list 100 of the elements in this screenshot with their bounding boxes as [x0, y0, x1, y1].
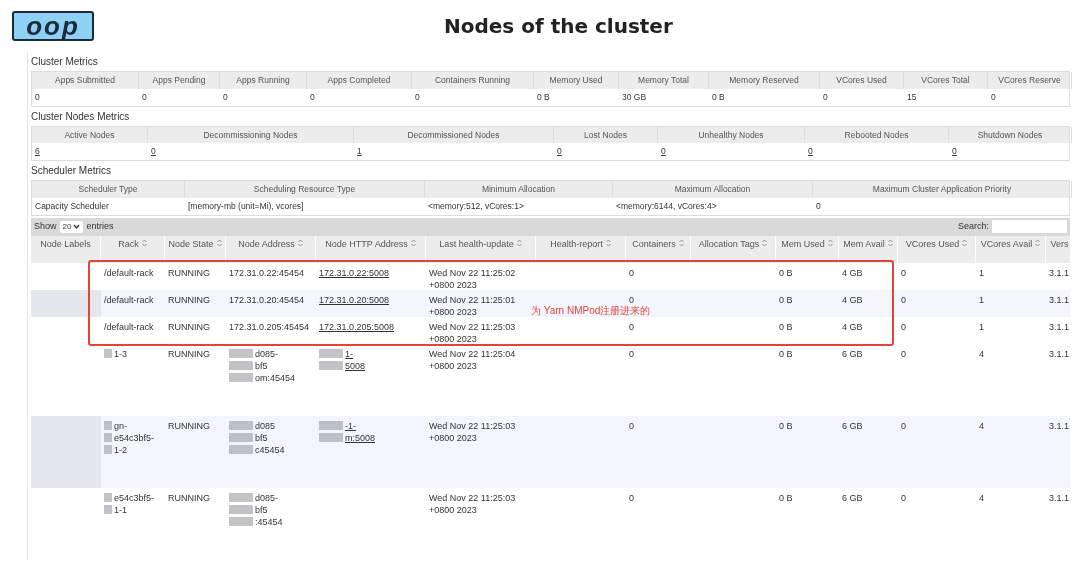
table-cell: 3.1.1 — [1049, 348, 1070, 359]
metric-link[interactable]: 6 — [35, 146, 40, 157]
redaction-block — [229, 445, 253, 454]
metric-link[interactable]: 0 — [808, 146, 813, 157]
table-cell: 0 — [629, 294, 634, 305]
column-header[interactable]: Node Address — [226, 235, 316, 263]
sort-icon[interactable] — [141, 238, 147, 247]
table-cell: /default-rack — [104, 294, 154, 305]
sort-icon[interactable] — [962, 238, 968, 247]
table-cell: bf5 — [255, 431, 268, 444]
node-link[interactable]: m:5008 — [345, 431, 376, 444]
metric-value: <memory:6144, vCores:4> — [616, 200, 717, 211]
metric-value: Capacity Scheduler — [35, 200, 109, 211]
column-header[interactable]: Node HTTP Address — [316, 235, 426, 263]
column-header[interactable]: VCores Used — [898, 235, 976, 263]
sort-icon[interactable] — [605, 238, 611, 247]
section-title: Cluster Nodes Metrics — [31, 109, 131, 124]
redaction-block — [319, 421, 343, 430]
sort-icon[interactable] — [887, 238, 893, 247]
table-cell: d085- — [255, 491, 279, 504]
table-cell: 172.31.0.22:45454 — [229, 267, 305, 278]
annotation-note: 为 Yarn NMPod注册进来的 — [531, 303, 651, 318]
column-header[interactable]: Containers — [626, 235, 691, 263]
sort-icon[interactable] — [410, 238, 416, 247]
table-cell: c45454 — [255, 443, 285, 456]
table-cell: 0 — [901, 348, 906, 359]
table-cell: 0 B — [779, 348, 793, 359]
column-header[interactable]: Rack — [101, 235, 165, 263]
metric-link[interactable]: 0 — [151, 146, 156, 157]
sort-icon[interactable] — [216, 238, 222, 247]
table-cell: 172.31.0.205:45454 — [229, 321, 310, 332]
table-cell: 1-1 — [114, 503, 127, 516]
table-cell: RUNNING — [168, 492, 210, 503]
table-cell: RUNNING — [168, 294, 210, 305]
table-cell: 4 — [979, 492, 984, 503]
column-header: Scheduling Resource Type — [185, 181, 425, 198]
search-label: Search: — [957, 219, 989, 233]
table-cell: d085- — [255, 347, 279, 360]
metric-link[interactable]: 0 — [661, 146, 666, 157]
sort-icon[interactable] — [297, 238, 303, 247]
table-cell: 1-2 — [114, 443, 127, 456]
caret-icon — [73, 224, 81, 229]
redaction-block — [229, 349, 253, 358]
column-header[interactable]: Node State — [165, 235, 226, 263]
search-field[interactable] — [992, 220, 1067, 233]
redaction-block — [229, 421, 253, 430]
table-cell: d085 — [255, 419, 276, 432]
table-cell: 1 — [979, 294, 984, 305]
sort-icon[interactable] — [827, 238, 833, 247]
metric-value: 0 B — [712, 91, 725, 102]
column-header[interactable]: Last health-update — [426, 235, 536, 263]
table-cell: 1 — [979, 267, 984, 278]
column-header: Vers — [1046, 235, 1074, 263]
node-link[interactable]: 5008 — [345, 359, 366, 372]
entries-label: entries — [86, 219, 114, 233]
metric-value: 0 — [991, 91, 996, 102]
sort-icon[interactable] — [1035, 238, 1041, 247]
table-cell: /default-rack — [104, 321, 154, 332]
table-cell: Wed Nov 22 11:25:03 +0800 2023 — [429, 492, 516, 515]
column-header[interactable]: Mem Avail — [839, 235, 898, 263]
node-link[interactable]: 172.31.0.205:5008 — [319, 321, 395, 332]
table-cell: 4 GB — [842, 321, 863, 332]
column-header: VCores Used — [820, 72, 904, 89]
metric-value: 0 — [223, 91, 228, 102]
column-header: Minimum Allocation — [425, 181, 613, 198]
table-cell: 0 — [629, 492, 634, 503]
sort-icon[interactable] — [678, 238, 684, 247]
metric-link[interactable]: 1 — [357, 146, 362, 157]
node-link[interactable]: -1- — [345, 419, 356, 432]
metric-value: 0 — [310, 91, 315, 102]
redaction-block — [229, 517, 253, 526]
metric-value: 30 GB — [622, 91, 647, 102]
redaction-block — [229, 373, 253, 382]
table-cell: Wed Nov 22 11:25:04 +0800 2023 — [429, 348, 516, 371]
table-cell: 4 — [979, 348, 984, 359]
column-header[interactable]: Allocation Tags — [691, 235, 776, 263]
column-header[interactable]: Health-report — [536, 235, 626, 263]
table-cell: om:45454 — [255, 371, 296, 384]
table-cell: RUNNING — [168, 348, 210, 359]
column-header[interactable]: Mem Used — [776, 235, 839, 263]
table-cell: 6 GB — [842, 492, 863, 503]
entries-dropdown[interactable]: 20 — [59, 220, 84, 233]
column-header: Apps Running — [220, 72, 307, 89]
metric-link[interactable]: 0 — [557, 146, 562, 157]
column-header: Memory Used — [534, 72, 619, 89]
table-cell: gn- — [114, 419, 127, 432]
column-header[interactable]: VCores Avail — [976, 235, 1046, 263]
column-header: Apps Pending — [139, 72, 220, 89]
node-link[interactable]: 172.31.0.20:5008 — [319, 294, 390, 305]
node-link[interactable]: 172.31.0.22:5008 — [319, 267, 390, 278]
table-cell: 4 GB — [842, 267, 863, 278]
table-cell: 0 B — [779, 420, 793, 431]
table-cell: RUNNING — [168, 321, 210, 332]
table-cell: 0 B — [779, 492, 793, 503]
sort-icon[interactable] — [516, 238, 522, 247]
table-cell: 0 B — [779, 321, 793, 332]
sort-icon[interactable] — [762, 238, 768, 247]
table-cell: 0 — [629, 267, 634, 278]
node-link[interactable]: 1- — [345, 347, 353, 360]
metric-link[interactable]: 0 — [952, 146, 957, 157]
